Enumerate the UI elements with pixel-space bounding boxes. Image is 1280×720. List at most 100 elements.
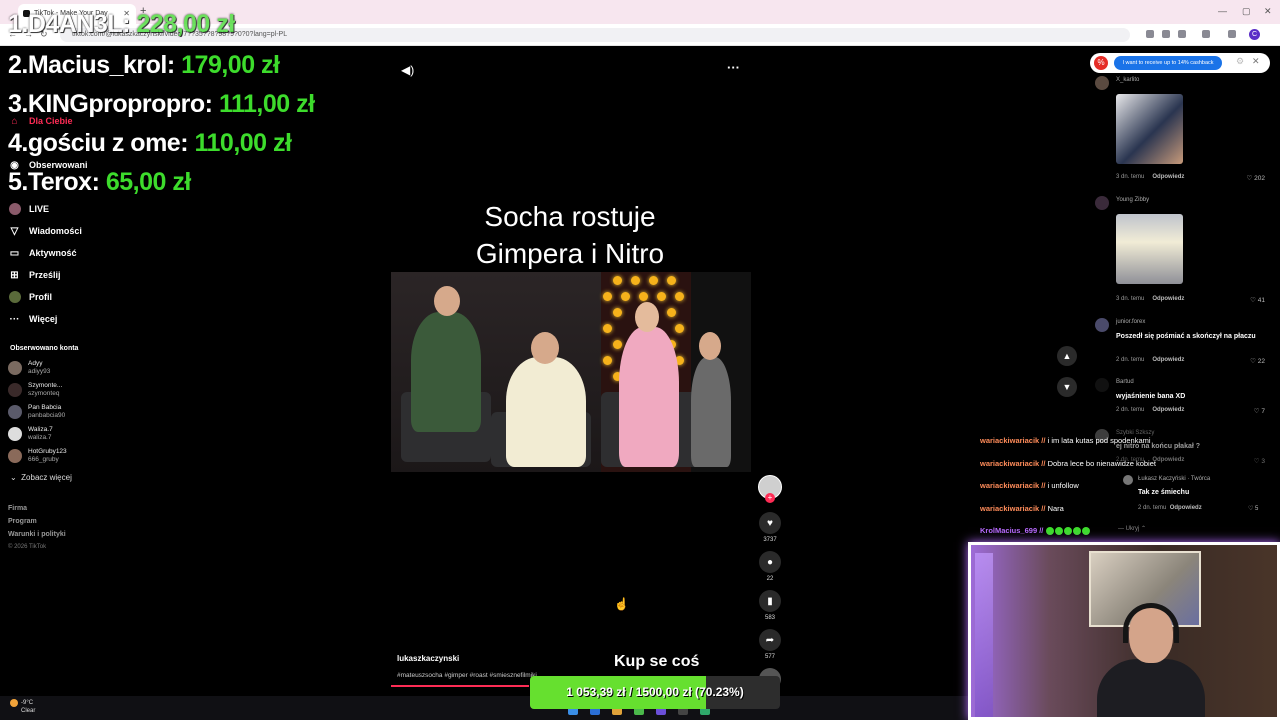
save-button[interactable]: ▮ 583 bbox=[758, 590, 782, 621]
comment-meta: 3 dn. temu Odpowiedz bbox=[1116, 296, 1185, 302]
comment-image[interactable] bbox=[1116, 94, 1183, 164]
upload-icon: ⊞ bbox=[10, 269, 19, 281]
reply-link[interactable]: Odpowiedz bbox=[1152, 174, 1184, 180]
weather-temp: -9°C bbox=[21, 700, 34, 706]
donation-amount: 111,00 zł bbox=[218, 90, 315, 118]
followed-account[interactable]: Waliza.7 waliza.7 bbox=[8, 426, 53, 442]
previous-video-button[interactable]: ▲ bbox=[1057, 346, 1077, 366]
followed-account[interactable]: HotGruby123 666_gruby bbox=[8, 448, 67, 464]
close-icon[interactable]: ✕ bbox=[1252, 56, 1260, 67]
chat-message: wariackiwariacik // Nara bbox=[980, 504, 1064, 513]
profile-avatar[interactable]: C bbox=[1249, 29, 1260, 40]
install-icon[interactable] bbox=[1162, 30, 1170, 38]
avatar[interactable] bbox=[1095, 318, 1109, 332]
cashback-button[interactable]: I want to receive up to 14% cashback bbox=[1114, 56, 1222, 70]
reply-link[interactable]: Odpowiedz bbox=[1152, 357, 1184, 363]
comment-likes[interactable]: ♡ 202 bbox=[1247, 174, 1266, 182]
volume-icon[interactable]: ◀) bbox=[401, 63, 414, 77]
comment-image[interactable] bbox=[1116, 214, 1183, 284]
sidebar-toggle-icon[interactable] bbox=[1228, 30, 1236, 38]
reply-link[interactable]: Odpowiedz bbox=[1152, 296, 1184, 302]
chat-user: KrolMacius_699 // bbox=[980, 526, 1044, 535]
comment-user[interactable]: junior.forex bbox=[1116, 319, 1145, 325]
comment-user[interactable]: X_karlito bbox=[1116, 77, 1139, 83]
next-video-button[interactable]: ▼ bbox=[1057, 377, 1077, 397]
gear-icon[interactable]: ⚙ bbox=[1236, 56, 1244, 67]
weather-widget[interactable]: -9°C Clear bbox=[10, 699, 35, 715]
avatar bbox=[8, 427, 22, 441]
footer-link-program[interactable]: Program bbox=[8, 518, 37, 525]
sidebar-item-messages[interactable]: ▽ Wiadomości bbox=[8, 223, 82, 239]
extensions-icon[interactable] bbox=[1202, 30, 1210, 38]
caption-line-2: Gimpera i Nitro bbox=[475, 238, 665, 269]
sidebar-item-profile[interactable]: Profil bbox=[8, 289, 52, 305]
comment-likes[interactable]: ♡ 7 bbox=[1254, 407, 1265, 415]
comment-likes[interactable]: ♡ 22 bbox=[1250, 357, 1265, 365]
chat-text: Nara bbox=[1047, 504, 1064, 513]
reply-likes[interactable]: ♡ 5 bbox=[1248, 505, 1258, 512]
chat-user: wariackiwariacik // bbox=[980, 481, 1046, 490]
comment-meta: 2 dn. temu Odpowiedz bbox=[1116, 357, 1185, 363]
share-icon: ➦ bbox=[759, 629, 781, 651]
account-handle: panbabcia90 bbox=[28, 412, 66, 419]
sidebar-item-upload[interactable]: ⊞ Prześlij bbox=[8, 267, 60, 283]
emote-icon bbox=[1082, 527, 1091, 536]
video-caption-overlay: Socha rostuje Gimpera i Nitro bbox=[440, 198, 700, 272]
share-button[interactable]: ➦ 577 bbox=[758, 629, 782, 660]
person-pink-suit bbox=[619, 327, 679, 467]
comment-likes[interactable]: ♡ 41 bbox=[1250, 296, 1265, 304]
comment-likes[interactable]: ♡ 3 bbox=[1254, 457, 1265, 465]
follow-plus-icon[interactable]: + bbox=[765, 493, 775, 503]
video-frame[interactable] bbox=[391, 272, 751, 472]
messages-icon: ▽ bbox=[10, 225, 19, 237]
like-count: 3737 bbox=[763, 537, 777, 543]
headset-icon bbox=[1123, 603, 1179, 643]
video-hashtags[interactable]: #mateuszsocha #gimper #roast #smiesznefi… bbox=[397, 672, 537, 679]
comment-button[interactable]: ● 22 bbox=[758, 551, 782, 582]
account-name: Waliza.7 bbox=[28, 426, 53, 433]
activity-icon: ▭ bbox=[9, 247, 20, 259]
avatar[interactable] bbox=[1095, 76, 1109, 90]
hide-replies-link[interactable]: — Ukryj ⌃ bbox=[1118, 525, 1146, 532]
donation-amount: 179,00 zł bbox=[181, 51, 280, 79]
minimize-icon[interactable]: — bbox=[1218, 6, 1227, 16]
emote-icon bbox=[1055, 527, 1064, 536]
donor-name: 3.KINGpropropro: bbox=[8, 90, 213, 118]
emote-icon bbox=[1064, 527, 1073, 536]
sidebar-item-live[interactable]: LIVE bbox=[8, 201, 49, 217]
followed-account[interactable]: Szymonte... szymonteq bbox=[8, 382, 62, 398]
reply-link[interactable]: Odpowiedz bbox=[1152, 457, 1184, 463]
screen: TikTok - Make Your Day ✕ + — ▢ ✕ ← → ↻ t… bbox=[0, 0, 1280, 720]
avatar[interactable] bbox=[1095, 378, 1109, 392]
footer-link-terms[interactable]: Warunki i polityki bbox=[8, 531, 66, 538]
account-name: Pan Babcia bbox=[28, 404, 62, 411]
goal-progress-text: 1 053,39 zł / 1500,00 zł (70.23%) bbox=[566, 685, 744, 699]
video-progress-bar[interactable] bbox=[391, 685, 529, 687]
sidebar-item-activity[interactable]: ▭ Aktywność bbox=[8, 245, 77, 261]
share-count: 577 bbox=[764, 654, 775, 660]
reply-user[interactable]: Łukasz Kaczyński · Twórca bbox=[1138, 476, 1210, 482]
footer-link-company[interactable]: Firma bbox=[8, 505, 27, 512]
maximize-icon[interactable]: ▢ bbox=[1242, 6, 1251, 17]
see-more-accounts[interactable]: ⌄ Zobacz więcej bbox=[10, 473, 72, 482]
video-author[interactable]: lukaszkaczynski bbox=[397, 654, 459, 663]
chat-message: wariackiwariacik // i im lata kutas pod … bbox=[980, 436, 1151, 445]
avatar bbox=[8, 449, 22, 463]
followed-account[interactable]: Adyy adiyy93 bbox=[8, 360, 50, 376]
followed-account[interactable]: Pan Babcia panbabcia90 bbox=[8, 404, 65, 420]
reply-link[interactable]: Odpowiedz bbox=[1170, 505, 1202, 511]
like-button[interactable]: ♥ 3737 bbox=[758, 512, 782, 543]
translate-icon[interactable] bbox=[1146, 30, 1154, 38]
chat-text: i unfollow bbox=[1047, 481, 1079, 490]
comment-meta: 3 dn. temu Odpowiedz bbox=[1116, 174, 1185, 180]
sidebar-item-more[interactable]: ··· Więcej bbox=[8, 311, 58, 327]
avatar[interactable] bbox=[1123, 475, 1133, 485]
video-options-icon[interactable]: ··· bbox=[727, 60, 740, 75]
comment-user[interactable]: Bartud bbox=[1116, 379, 1134, 385]
bookmark-star-icon[interactable] bbox=[1178, 30, 1186, 38]
sidebar-item-label: LIVE bbox=[29, 204, 50, 214]
close-window-icon[interactable]: ✕ bbox=[1264, 6, 1272, 17]
avatar[interactable] bbox=[1095, 196, 1109, 210]
reply-link[interactable]: Odpowiedz bbox=[1152, 407, 1184, 413]
comment-user[interactable]: Young Zibby bbox=[1116, 197, 1149, 203]
